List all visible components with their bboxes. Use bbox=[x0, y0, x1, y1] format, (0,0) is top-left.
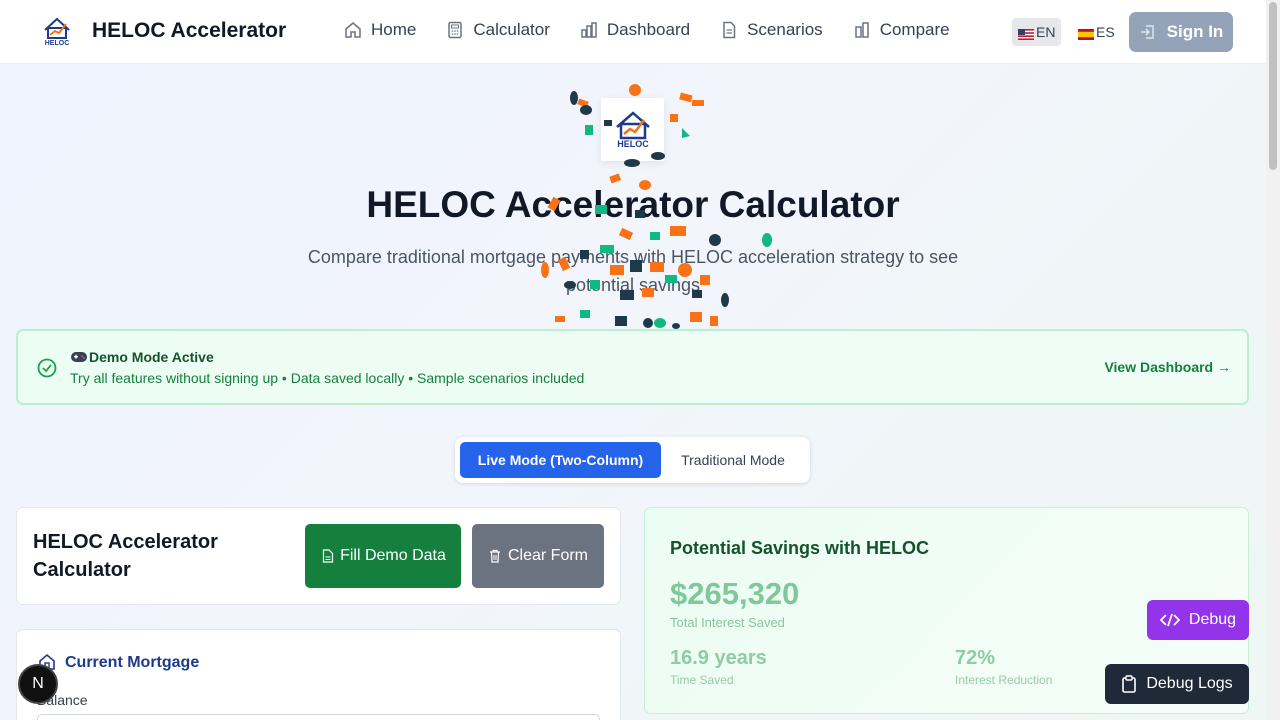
savings-title: Potential Savings with HELOC bbox=[670, 538, 930, 558]
document-icon bbox=[322, 549, 334, 563]
scrollbar-thumb[interactable] bbox=[1269, 2, 1277, 170]
mode-toggle: Live Mode (Two-Column) Traditional Mode bbox=[455, 437, 810, 483]
nav-calculator-label: Calculator bbox=[473, 20, 550, 39]
language-es-button[interactable]: ES bbox=[1072, 18, 1121, 46]
language-en-button[interactable]: EN bbox=[1012, 18, 1062, 46]
calculator-header-card: HELOC Accelerator Calculator Fill Demo D… bbox=[16, 507, 621, 605]
demo-mode-title: Demo Mode Active bbox=[70, 349, 214, 365]
nextjs-badge-label: N bbox=[32, 675, 44, 692]
balance-input[interactable] bbox=[37, 714, 600, 720]
demo-mode-banner: Demo Mode Active Try all features withou… bbox=[16, 329, 1249, 405]
page-subtitle: Compare traditional mortgage payments wi… bbox=[307, 247, 959, 295]
debug-button[interactable]: Debug bbox=[1147, 600, 1249, 640]
time-saved-label: Time Saved bbox=[670, 673, 734, 687]
time-saved-value: 16.9 years bbox=[670, 647, 767, 669]
sign-in-icon bbox=[1140, 25, 1154, 39]
svg-text:HELOC: HELOC bbox=[617, 139, 649, 149]
nextjs-dev-badge[interactable]: N bbox=[18, 664, 58, 704]
nav-home-label: Home bbox=[371, 20, 417, 39]
fill-demo-data-button[interactable]: Fill Demo Data bbox=[305, 524, 461, 588]
nav-dashboard-label: Dashboard bbox=[606, 20, 691, 39]
demo-mode-title-label: Demo Mode Active bbox=[89, 349, 214, 365]
current-mortgage-title: Current Mortgage bbox=[65, 654, 200, 671]
sign-in-label: Sign In bbox=[1166, 22, 1224, 41]
debug-logs-button[interactable]: Debug Logs bbox=[1105, 664, 1249, 704]
language-es-label: ES bbox=[1096, 24, 1115, 40]
demo-mode-description: Try all features without signing up • Da… bbox=[70, 370, 585, 386]
interest-reduction-value: 72% bbox=[955, 647, 996, 669]
total-interest-saved-label: Total Interest Saved bbox=[670, 615, 785, 630]
us-flag-icon bbox=[1018, 27, 1034, 40]
clipboard-icon bbox=[1122, 675, 1137, 693]
check-circle-icon bbox=[37, 358, 57, 378]
top-navbar: HELOC HELOC Accelerator Home Calculator … bbox=[0, 0, 1266, 64]
nav-compare-label: Compare bbox=[879, 20, 950, 39]
traditional-mode-button[interactable]: Traditional Mode bbox=[661, 442, 805, 478]
trash-icon bbox=[490, 549, 500, 563]
view-dashboard-link[interactable]: View Dashboard → bbox=[1104, 359, 1231, 375]
clear-form-button[interactable]: Clear Form bbox=[472, 524, 604, 588]
nav-calculator[interactable]: Calculator bbox=[446, 20, 550, 40]
language-en-label: EN bbox=[1036, 24, 1056, 40]
debug-label: Debug bbox=[1188, 611, 1237, 628]
home-icon bbox=[345, 22, 361, 38]
nav-home[interactable]: Home bbox=[344, 20, 416, 40]
total-interest-saved-value: $265,320 bbox=[670, 576, 800, 611]
nav-scenarios-label: Scenarios bbox=[747, 20, 823, 39]
nav-dashboard[interactable]: Dashboard bbox=[580, 20, 690, 40]
document-icon bbox=[723, 21, 736, 39]
logo[interactable]: HELOC bbox=[40, 14, 74, 50]
svg-text:HELOC: HELOC bbox=[45, 40, 70, 47]
chart-bar-icon bbox=[581, 22, 597, 38]
calculator-title: HELOC Accelerator Calculator bbox=[33, 531, 218, 581]
brand-name[interactable]: HELOC Accelerator bbox=[92, 19, 286, 43]
es-flag-icon bbox=[1078, 27, 1094, 40]
page-scrollbar[interactable] bbox=[1266, 0, 1280, 720]
calculator-icon bbox=[448, 21, 463, 39]
interest-reduction-label: Interest Reduction bbox=[955, 673, 1053, 687]
hero-logo: HELOC bbox=[601, 98, 664, 161]
nav-scenarios[interactable]: Scenarios bbox=[720, 20, 823, 40]
gamepad-icon bbox=[71, 352, 87, 362]
main-nav: Home Calculator Dashboard Scenarios Comp… bbox=[344, 20, 980, 40]
sign-in-button[interactable]: Sign In bbox=[1129, 12, 1233, 52]
live-mode-button[interactable]: Live Mode (Two-Column) bbox=[460, 442, 661, 478]
debug-logs-label: Debug Logs bbox=[1146, 675, 1233, 692]
compare-icon bbox=[854, 22, 869, 38]
current-mortgage-card: Current Mortgage Balance bbox=[16, 629, 621, 720]
page-title: HELOC Accelerator Calculator bbox=[366, 184, 900, 225]
code-icon bbox=[1159, 613, 1180, 627]
nav-compare[interactable]: Compare bbox=[853, 20, 950, 40]
